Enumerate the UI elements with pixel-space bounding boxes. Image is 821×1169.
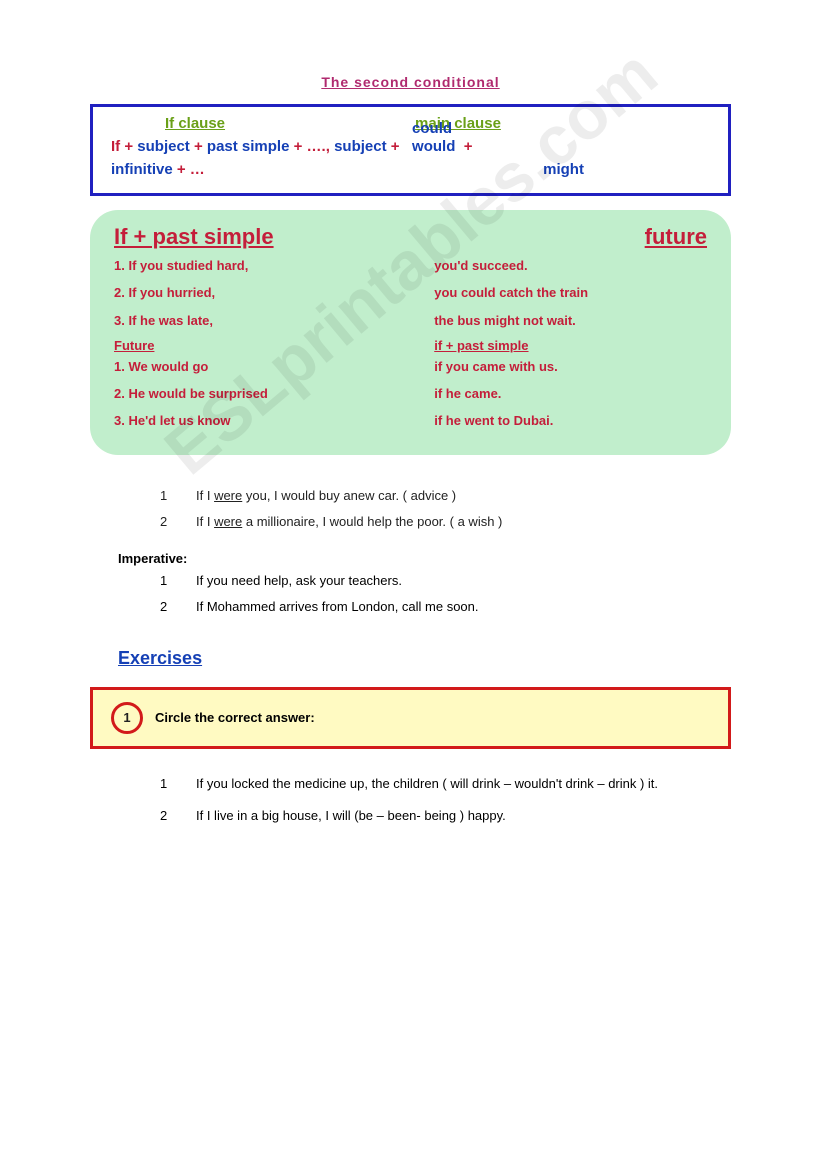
plus-3: + — [294, 138, 303, 155]
question-list: 1 If you locked the medicine up, the chi… — [160, 771, 731, 829]
formula-line: If + subject + past simple + …., subject… — [111, 136, 710, 181]
notes-list: 1 If I were you, I would buy anew car. (… — [160, 483, 731, 535]
imp-text: If you need help, ask your teachers. — [196, 568, 402, 594]
q-text: If I live in a big house, I will (be – b… — [196, 803, 731, 829]
imperative-row: 1 If you need help, ask your teachers. — [160, 568, 731, 594]
past-simple: past simple — [207, 138, 290, 155]
q-num: 2 — [160, 803, 196, 829]
ex-left: 2. He would be surprised — [114, 380, 434, 407]
note-num: 2 — [160, 509, 196, 535]
note-pre: If I — [196, 488, 214, 503]
ex-right: if he went to Dubai. — [434, 407, 707, 434]
ex-left: 2. If you hurried, — [114, 279, 434, 306]
note-row: 1 If I were you, I would buy anew car. (… — [160, 483, 731, 509]
subject-1: subject — [137, 138, 190, 155]
ex-left: 1. If you studied hard, — [114, 252, 434, 279]
subject-2: subject — [334, 138, 387, 155]
green-header-right: future — [645, 224, 707, 250]
note-row: 2 If I were a millionaire, I would help … — [160, 509, 731, 535]
note-post: a millionaire, I would help the poor. ( … — [242, 514, 502, 529]
example-row: 1. If you studied hard, you'd succeed. — [114, 252, 707, 279]
imp-num: 1 — [160, 568, 196, 594]
imperative-label: Imperative: — [118, 551, 731, 566]
note-underline: were — [214, 488, 242, 503]
ex-right: if you came with us. — [434, 353, 707, 380]
imperative-row: 2 If Mohammed arrives from London, call … — [160, 594, 731, 620]
exercises-heading: Exercises — [118, 648, 731, 669]
exercise-number-circle: 1 — [111, 702, 143, 734]
question-row: 1 If you locked the medicine up, the chi… — [160, 771, 731, 797]
imp-num: 2 — [160, 594, 196, 620]
modal-would: would — [412, 138, 455, 155]
examples-box: If + past simple future 1. If you studie… — [90, 210, 731, 455]
example-row: 3. He'd let us know if he went to Dubai. — [114, 407, 707, 434]
note-text: If I were a millionaire, I would help th… — [196, 509, 502, 535]
ex-left: 3. He'd let us know — [114, 407, 434, 434]
ex-right: the bus might not wait. — [434, 307, 707, 334]
ex-left: 1. We would go — [114, 353, 434, 380]
exercise-instruction-box: 1 Circle the correct answer: — [90, 687, 731, 749]
imperative-list: 1 If you need help, ask your teachers. 2… — [160, 568, 731, 620]
green-header-left: If + past simple — [114, 224, 274, 250]
question-row: 2 If I live in a big house, I will (be –… — [160, 803, 731, 829]
q-text: If you locked the medicine up, the child… — [196, 771, 731, 797]
note-text: If I were you, I would buy anew car. ( a… — [196, 483, 456, 509]
header-if-clause: If clause — [165, 115, 225, 132]
imp-text: If Mohammed arrives from London, call me… — [196, 594, 479, 620]
q-num: 1 — [160, 771, 196, 797]
green-sub-right: if + past simple — [434, 338, 707, 353]
example-row: 1. We would go if you came with us. — [114, 353, 707, 380]
exercise-instruction: Circle the correct answer: — [155, 710, 315, 725]
plus-2: + — [194, 138, 203, 155]
example-row: 3. If he was late, the bus might not wai… — [114, 307, 707, 334]
ex-right: you'd succeed. — [434, 252, 707, 279]
plus-5: + — [464, 138, 473, 155]
note-underline: were — [214, 514, 242, 529]
dots: …., — [307, 138, 330, 155]
ex-right: if he came. — [434, 380, 707, 407]
ex-right: you could catch the train — [434, 279, 707, 306]
page-title: The second conditional — [90, 74, 731, 90]
plus-4: + — [391, 138, 400, 155]
modal-could: could — [412, 120, 452, 137]
ex-left: 3. If he was late, — [114, 307, 434, 334]
note-post: you, I would buy anew car. ( advice ) — [242, 488, 456, 503]
trail: + … — [177, 161, 205, 178]
modal-might: might — [543, 161, 584, 178]
formula-box: If clause main clause If + subject + pas… — [90, 104, 731, 196]
note-pre: If I — [196, 514, 214, 529]
note-num: 1 — [160, 483, 196, 509]
plus-1: + — [124, 138, 133, 155]
example-row: 2. If you hurried, you could catch the t… — [114, 279, 707, 306]
example-row: 2. He would be surprised if he came. — [114, 380, 707, 407]
infinitive: infinitive — [111, 161, 173, 178]
if-word: If — [111, 138, 120, 155]
modal-column: could would + — [412, 136, 472, 159]
green-sub-left: Future — [114, 338, 434, 353]
